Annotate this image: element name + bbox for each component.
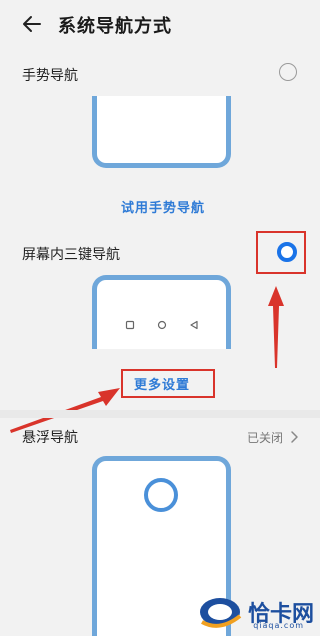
try-gesture-nav-link[interactable]: 试用手势导航 bbox=[121, 197, 205, 216]
watermark-logo bbox=[196, 592, 244, 632]
gesture-nav-radio[interactable] bbox=[279, 63, 297, 81]
floating-nav-label[interactable]: 悬浮导航 bbox=[22, 427, 78, 447]
arrow-left-icon[interactable] bbox=[20, 12, 44, 36]
annotation-arrow-up bbox=[268, 286, 284, 368]
gesture-nav-phone-preview bbox=[92, 96, 231, 168]
header-bar: 系统导航方式 bbox=[0, 0, 320, 48]
watermark: 恰卡网 qiaqa.com bbox=[196, 592, 314, 632]
gesture-nav-label[interactable]: 手势导航 bbox=[22, 65, 78, 85]
page-title: 系统导航方式 bbox=[58, 16, 172, 37]
floating-nav-status[interactable]: 已关闭 bbox=[247, 429, 283, 446]
triangle-back-icon bbox=[190, 320, 198, 330]
square-icon bbox=[125, 320, 135, 330]
floating-nav-ball-icon bbox=[144, 478, 178, 512]
chevron-right-icon[interactable] bbox=[289, 430, 299, 444]
three-key-nav-phone-preview bbox=[92, 275, 231, 349]
circle-icon bbox=[157, 320, 167, 330]
watermark-domain: qiaqa.com bbox=[253, 621, 304, 630]
section-divider bbox=[0, 410, 320, 418]
settings-screen: 系统导航方式 手势导航 试用手势导航 屏幕内三键导航 更多设置 悬浮导航 已关闭 bbox=[0, 0, 320, 636]
radio-highlight-box bbox=[256, 231, 306, 274]
more-settings-highlight-box bbox=[121, 369, 215, 398]
three-key-nav-label[interactable]: 屏幕内三键导航 bbox=[22, 244, 120, 264]
